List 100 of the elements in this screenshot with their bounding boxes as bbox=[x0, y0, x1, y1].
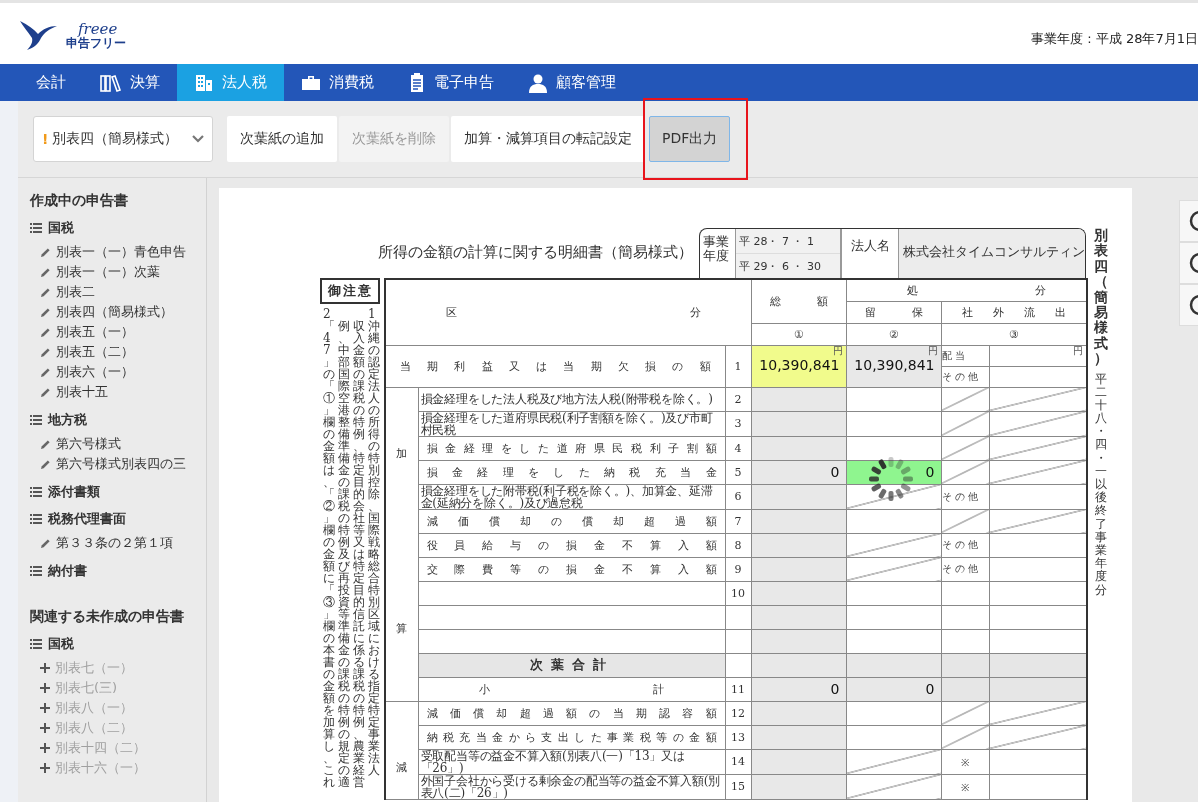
amount-field[interactable] bbox=[846, 509, 942, 533]
amount-field[interactable] bbox=[751, 653, 847, 677]
sidebar-item[interactable]: 別表六（一） bbox=[40, 362, 206, 382]
building-icon bbox=[194, 72, 214, 93]
pencil-icon bbox=[40, 386, 51, 398]
amount-field[interactable] bbox=[751, 581, 847, 605]
pencil-icon bbox=[40, 286, 51, 298]
plus-icon bbox=[40, 703, 50, 713]
amount-field[interactable]: 円 10,390,841 bbox=[751, 345, 847, 387]
amount-field[interactable]: 0 bbox=[846, 677, 942, 701]
person-icon bbox=[528, 72, 548, 93]
amount-field[interactable] bbox=[846, 533, 942, 557]
amount-field[interactable] bbox=[846, 701, 942, 725]
amount-field[interactable] bbox=[846, 387, 942, 411]
amount-field[interactable] bbox=[846, 605, 942, 629]
sidebar-group-title: 添付書類 bbox=[48, 483, 100, 501]
group-label: 減 bbox=[395, 759, 409, 775]
outflow-label: そ の 他 bbox=[941, 484, 990, 509]
sidebar-item[interactable]: 第３３条の２第１項 bbox=[40, 533, 206, 553]
sidebar-item[interactable]: 別表十五 bbox=[40, 382, 206, 402]
amount-field[interactable] bbox=[846, 774, 942, 799]
amount-field[interactable] bbox=[846, 749, 942, 774]
amount-field[interactable] bbox=[751, 557, 847, 581]
amount-field[interactable]: 円 10,390,841 bbox=[846, 345, 942, 387]
amount-field[interactable] bbox=[751, 725, 847, 749]
row-label: 納税充当金から支出した事業税等の金額 bbox=[425, 729, 718, 745]
amount-value: 0 bbox=[925, 464, 936, 480]
caution-text: 1沖縄の認定法人の所得の特別控除、国際戦略総合特別区域における指定特定事業法人 bbox=[368, 308, 380, 779]
toolbar-button[interactable]: PDF出力 bbox=[649, 116, 731, 162]
caution-text: 2「47」の「①」欄の金額は、「②」欄の金額に「③」欄の本書の金額を加算し、これ bbox=[323, 308, 335, 788]
pencil-icon bbox=[40, 266, 51, 278]
row-label: 損金経理をした納税充当金 bbox=[425, 464, 718, 480]
row-number: 7 bbox=[725, 509, 752, 533]
amount-field[interactable]: 0 bbox=[751, 460, 847, 484]
column-header: 区 分 bbox=[445, 304, 702, 320]
plus-icon bbox=[40, 663, 50, 673]
amount-field[interactable]: 0 bbox=[751, 677, 847, 701]
amount-field[interactable] bbox=[751, 629, 847, 653]
row-number: 1 bbox=[725, 345, 752, 387]
sidebar-group-title: 国税 bbox=[48, 219, 74, 237]
amount-field[interactable] bbox=[846, 411, 942, 436]
caution-text: 例、中部国際空港整備準備金の課税の特例及び再投資等準備金の課税の特例の規定の適 bbox=[338, 318, 350, 788]
sidebar-item[interactable]: 別表二 bbox=[40, 282, 206, 302]
amount-field[interactable] bbox=[751, 387, 847, 411]
amount-field[interactable] bbox=[751, 509, 847, 533]
amount-field[interactable] bbox=[751, 411, 847, 436]
pencil-icon bbox=[40, 366, 51, 378]
sidebar-item[interactable]: 第六号様式別表四の三 bbox=[40, 454, 206, 474]
amount-value: 10,390,841 bbox=[758, 356, 841, 375]
row-number: 2 bbox=[725, 387, 752, 411]
amount-field[interactable] bbox=[751, 749, 847, 774]
yen-unit: 円 bbox=[927, 346, 938, 356]
list-icon bbox=[30, 223, 42, 233]
sidebar-item[interactable]: 別表五（一） bbox=[40, 322, 206, 342]
amount-field[interactable] bbox=[751, 605, 847, 629]
sidebar-item[interactable]: 別表五（二） bbox=[40, 342, 206, 362]
row-label: 損金経理をした道府県民税利子割額 bbox=[425, 440, 718, 456]
sidebar-item[interactable]: 別表一（一）次葉 bbox=[40, 262, 206, 282]
amount-field[interactable] bbox=[846, 581, 942, 605]
amount-field[interactable] bbox=[846, 653, 942, 677]
nav-tab[interactable]: 消費税 bbox=[284, 64, 391, 101]
list-icon bbox=[30, 487, 42, 497]
nav-tab[interactable]: 顧客管理 bbox=[511, 64, 633, 101]
amount-field[interactable] bbox=[751, 436, 847, 460]
sidebar-item[interactable]: 別表一（一）青色申告 bbox=[40, 242, 206, 262]
sidebar-item[interactable]: 別表四（簡易様式） bbox=[40, 302, 206, 322]
sidebar-heading: 関連する未作成の申告書 bbox=[30, 608, 185, 626]
amount-field[interactable] bbox=[846, 557, 942, 581]
amount-field[interactable] bbox=[751, 533, 847, 557]
pencil-icon bbox=[40, 537, 51, 549]
amount-field[interactable] bbox=[751, 774, 847, 799]
amount-field[interactable] bbox=[846, 629, 942, 653]
briefcase-icon bbox=[301, 73, 321, 92]
group-label: 加 bbox=[395, 445, 409, 461]
amount-field[interactable]: 円 bbox=[989, 345, 1088, 366]
pencil-icon bbox=[40, 306, 51, 318]
row-number: 4 bbox=[725, 436, 752, 460]
pencil-icon bbox=[40, 246, 51, 258]
caution-text: 収入金額の課税の特例、特定目的会社等又は特定目的信託に係る課税の特例、農業経営 bbox=[353, 318, 365, 788]
sidebar-item[interactable]: 第六号様式 bbox=[40, 434, 206, 454]
toolbar-button[interactable]: 次葉紙の追加 bbox=[227, 116, 337, 162]
toolbar-button[interactable]: 加算・減算項目の転記設定 bbox=[451, 116, 645, 162]
amount-field[interactable] bbox=[846, 436, 942, 460]
amount-field[interactable] bbox=[846, 725, 942, 749]
nav-tab[interactable]: 決算 bbox=[83, 64, 177, 101]
form-select[interactable]: ! 別表四（簡易様式） bbox=[33, 116, 213, 162]
row-number: 3 bbox=[725, 411, 752, 436]
amount-field[interactable] bbox=[751, 484, 847, 509]
row-label: 減価償却の償却超過額 bbox=[425, 513, 718, 529]
row-number: 9 bbox=[725, 557, 752, 581]
sidebar-group-title: 国税 bbox=[48, 635, 74, 653]
row-label: 外国子会社から受ける剰余金の配当等の益金不算入額(別表八(二)「26」) bbox=[419, 774, 721, 799]
column-header: 総 額 bbox=[768, 293, 829, 309]
nav-tab[interactable]: 会計 bbox=[19, 64, 83, 101]
list-icon bbox=[30, 639, 42, 649]
outflow-label: そ の 他 bbox=[941, 533, 990, 557]
outflow-label: そ の 他 bbox=[941, 557, 990, 581]
nav-tab[interactable]: 電子申告 bbox=[391, 64, 511, 101]
select-value: 別表四（簡易様式） bbox=[52, 130, 180, 148]
amount-field[interactable] bbox=[751, 701, 847, 725]
